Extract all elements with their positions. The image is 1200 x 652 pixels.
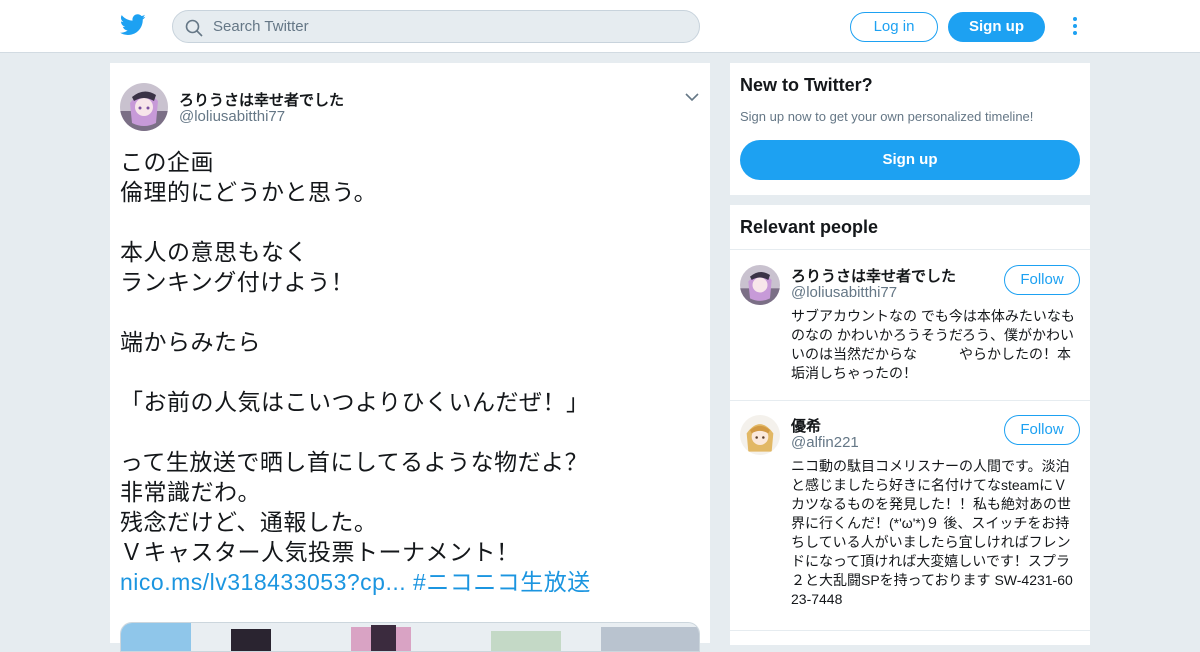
tweet-line: って生放送で晒し首にしてるような物だよ？ [120, 449, 589, 475]
new-to-twitter-panel: New to Twitter? Sign up now to get your … [730, 63, 1090, 195]
tweet-line: 本人の意思もなく [120, 239, 308, 265]
panel-title: New to Twitter? [740, 75, 873, 95]
person-bio: ニコ動の駄目コメリスナーの人間です。淡泊と感じましたら好きに名付けてなsteam… [791, 458, 1073, 607]
tweet-line [120, 297, 700, 327]
person-item: ろりうさは幸せ者でした @loliusabitthi77 Follow サブアカ… [730, 250, 1090, 400]
tweet-line [120, 417, 700, 447]
avatar[interactable] [740, 415, 780, 455]
follow-button[interactable]: Follow [1004, 415, 1080, 445]
tweet-line: 端からみたら [120, 329, 261, 355]
panel-title: Relevant people [740, 217, 879, 237]
tweet-line [120, 207, 700, 237]
tweet-link-line: nico.ms/lv318433053?cp... #ニコニコ生放送 [120, 567, 700, 597]
avatar[interactable] [740, 265, 780, 305]
hashtag-link[interactable]: #ニコニコ生放送 [413, 569, 591, 595]
person-bio: サブアカウントなの でも今は本体みたいなものなの かわいかろうそうだろう、僕がか… [791, 308, 1075, 381]
login-button[interactable]: Log in [850, 12, 938, 42]
vertical-dots-icon[interactable] [1068, 15, 1082, 39]
sidebar-signup-button[interactable]: Sign up [740, 140, 1080, 180]
search-icon [185, 19, 203, 37]
tweet-media-image[interactable] [120, 622, 700, 652]
tweet-line: 非常識だわ。 [120, 479, 261, 505]
chevron-down-icon[interactable] [684, 91, 700, 103]
tweet-line: Ｖキャスター人気投票トーナメント！ [120, 539, 520, 565]
tweet-line: 「お前の人気はこいつよりひくいんだぜ！」 [120, 389, 590, 415]
tweet-card: ろりうさは幸せ者でした @loliusabitthi77 この企画 倫理的にどう… [110, 63, 710, 652]
tweet-text: この企画 倫理的にどうかと思う。 本人の意思もなく ランキング付けよう！ 端から… [120, 147, 700, 597]
divider [730, 630, 1090, 631]
tweet-line: 残念だけど、通報した。 [120, 509, 378, 535]
twitter-bird-icon[interactable] [120, 14, 146, 36]
person-item: 優希 @alfin221 Follow ニコ動の駄目コメリスナーの人間です。淡泊… [730, 400, 1090, 630]
person-handle[interactable]: @loliusabitthi77 [791, 284, 897, 301]
author-handle[interactable]: @loliusabitthi77 [179, 108, 285, 125]
tweet-line: ランキング付けよう！ [120, 269, 355, 295]
signup-button[interactable]: Sign up [948, 12, 1045, 42]
tweet-link[interactable]: nico.ms/lv318433053?cp... [120, 569, 406, 595]
search-input[interactable] [213, 11, 683, 42]
tweet-line [120, 357, 700, 387]
panel-subtitle: Sign up now to get your own personalized… [740, 109, 1034, 124]
person-handle[interactable]: @alfin221 [791, 434, 859, 451]
person-name[interactable]: ろりうさは幸せ者でした [791, 265, 956, 286]
author-name[interactable]: ろりうさは幸せ者でした [179, 89, 344, 110]
person-name[interactable]: 優希 [791, 415, 821, 436]
top-navigation-bar: Log in Sign up [0, 0, 1200, 53]
search-box[interactable] [172, 10, 700, 43]
follow-button[interactable]: Follow [1004, 265, 1080, 295]
tweet-line: 倫理的にどうかと思う。 [120, 179, 378, 205]
tweet-line: この企画 [120, 149, 214, 175]
avatar[interactable] [120, 83, 168, 131]
relevant-people-panel: Relevant people ろりうさは幸せ者でした @loliusabitt… [730, 205, 1090, 645]
